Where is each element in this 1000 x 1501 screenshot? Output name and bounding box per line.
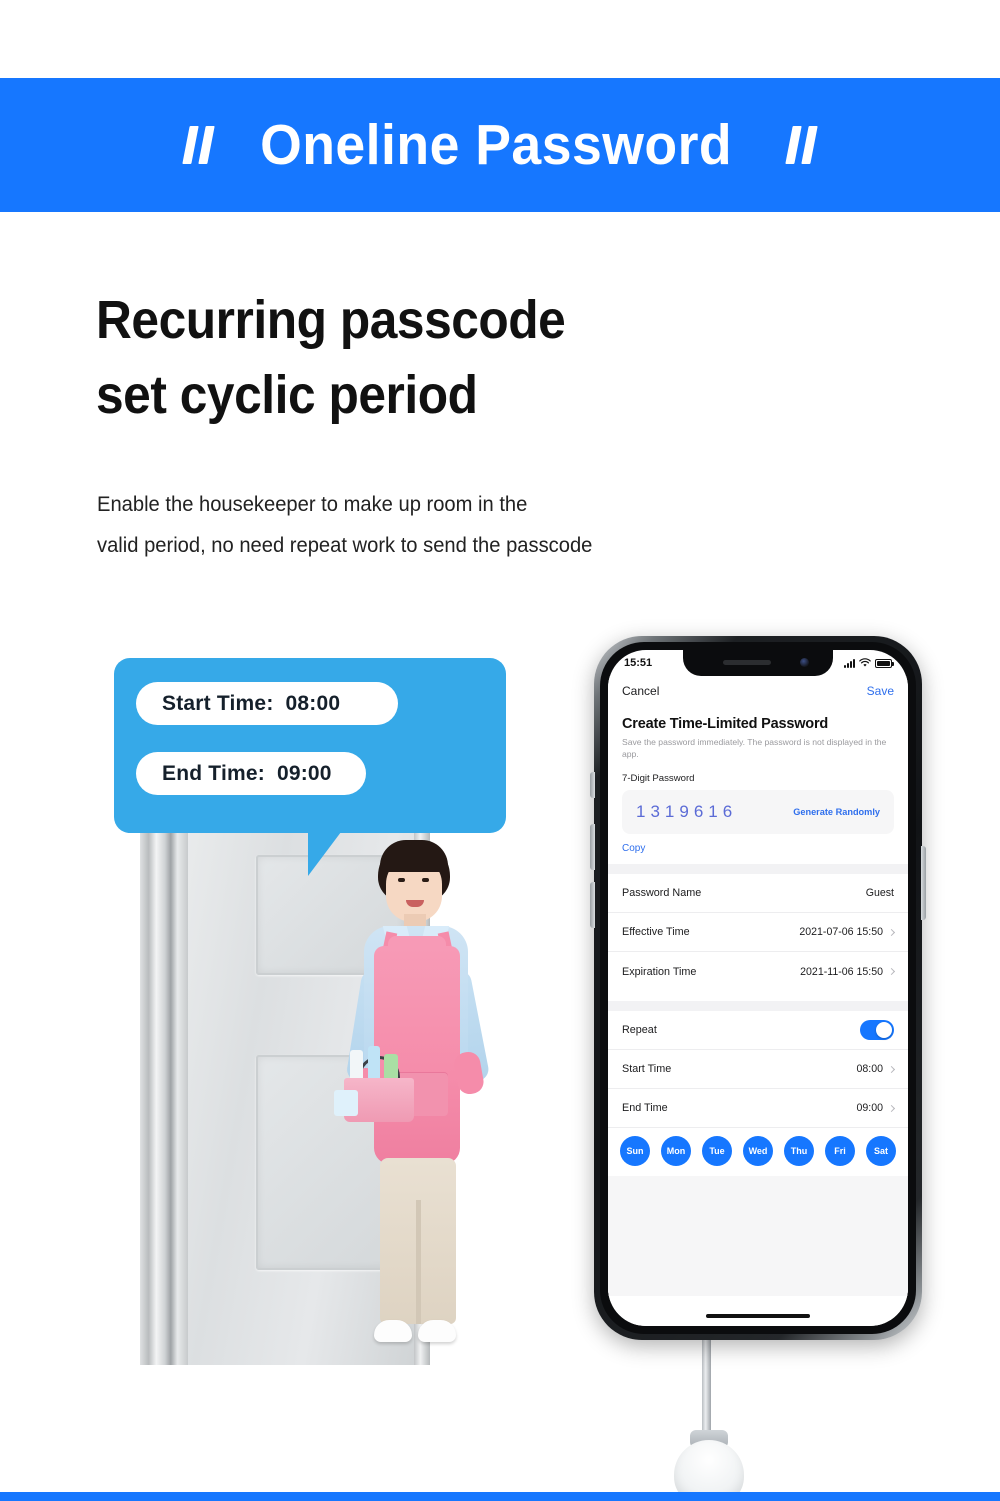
door-frame — [140, 825, 188, 1365]
sponge — [334, 1090, 358, 1116]
cellular-signal-icon — [844, 658, 855, 668]
callout-start-time-value: 08:00 — [285, 691, 341, 715]
row-label: End Time — [622, 1102, 668, 1115]
battery-icon — [875, 658, 894, 668]
row-label: Password Name — [622, 887, 702, 900]
password-input-box[interactable]: 1319616 Generate Randomly — [622, 790, 894, 835]
home-indicator[interactable] — [706, 1314, 810, 1318]
quote-mark-right-icon — [785, 126, 818, 164]
row-value: Guest — [865, 887, 894, 900]
shoe-left — [374, 1320, 412, 1342]
row-value-group: 2021-11-06 15:50 — [800, 965, 896, 978]
volume-up-button[interactable] — [590, 824, 595, 870]
day-toggle-fri[interactable]: Fri — [825, 1136, 855, 1167]
headline-line-2: set cyclic period — [96, 364, 478, 425]
repeat-rows: Repeat Start Time 08:00 End Time 09:00 S… — [608, 1011, 908, 1177]
phone-screen: 15:51 Cancel Save Create Time-Limited Pa… — [608, 650, 908, 1326]
hair-top — [380, 840, 448, 872]
page-subtext: Enable the housekeeper to make up room i… — [97, 485, 592, 567]
subtext-line-1: Enable the housekeeper to make up room i… — [97, 493, 528, 516]
table-row[interactable]: Expiration Time 2021-11-06 15:50 — [608, 952, 908, 991]
phone-mockup: 15:51 Cancel Save Create Time-Limited Pa… — [588, 632, 928, 1344]
copy-button[interactable]: Copy — [608, 834, 908, 854]
password-info-rows: Password Name Guest Effective Time 2021-… — [608, 874, 908, 992]
footer-bar — [0, 1492, 1000, 1501]
table-row[interactable]: Repeat — [608, 1011, 908, 1051]
generate-randomly-button[interactable]: Generate Randomly — [793, 807, 880, 817]
eye-right — [422, 878, 429, 882]
row-value-group: 2021-07-06 15:50 — [799, 926, 896, 939]
save-button[interactable]: Save — [867, 684, 894, 698]
callout-tail — [308, 828, 344, 876]
row-value-group: Guest — [866, 887, 894, 899]
password-value: 1319616 — [636, 802, 738, 822]
day-toggle-sun[interactable]: Sun — [620, 1136, 650, 1167]
table-row[interactable]: Password Name Guest — [608, 874, 908, 914]
callout-end-time-pill: End Time: 09:00 — [136, 752, 366, 795]
status-bar-indicators — [844, 658, 894, 668]
table-row[interactable]: Start Time 08:00 — [608, 1050, 908, 1090]
row-value: 08:00 — [856, 1063, 883, 1076]
day-toggle-sat[interactable]: Sat — [866, 1136, 896, 1167]
chevron-right-icon — [887, 1104, 896, 1112]
section-gap-1 — [608, 864, 908, 875]
day-toggle-thu[interactable]: Thu — [784, 1136, 814, 1167]
row-value: 2021-07-06 15:50 — [799, 926, 883, 939]
password-field-label: 7-Digit Password — [622, 773, 695, 785]
status-bar-time: 15:51 — [624, 657, 653, 669]
chevron-right-icon — [887, 1065, 896, 1073]
day-toggle-wed[interactable]: Wed — [743, 1136, 773, 1167]
chevron-right-icon — [887, 928, 896, 936]
day-toggle-tue[interactable]: Tue — [702, 1136, 732, 1167]
eye-left — [398, 878, 405, 882]
volume-down-button[interactable] — [590, 882, 595, 928]
status-bar-time-group: 15:51 — [624, 657, 655, 669]
page-headline: Recurring passcode set cyclic period — [96, 283, 566, 432]
time-callout-bubble: Start Time: 08:00 End Time: 09:00 — [114, 658, 506, 833]
subtext-line-2: valid period, no need repeat work to sen… — [97, 533, 593, 557]
quote-mark-left-icon — [182, 126, 215, 164]
table-row[interactable]: Effective Time 2021-07-06 15:50 — [608, 913, 908, 953]
silent-switch-button[interactable] — [590, 772, 595, 798]
row-value-group: 09:00 — [856, 1102, 896, 1115]
banner-title: Oneline Password — [259, 113, 733, 177]
callout-end-time-label: End Time: — [162, 761, 265, 785]
sheet-description: Save the password immediately. The passw… — [622, 737, 887, 759]
modal-nav-bar: Cancel Save — [608, 676, 908, 706]
sheet-filler — [608, 1176, 908, 1297]
wifi-icon — [859, 658, 871, 667]
pants-seam — [416, 1200, 421, 1324]
callout-start-time-pill: Start Time: 08:00 — [136, 682, 398, 725]
callout-end-time-value: 09:00 — [276, 761, 332, 785]
day-toggle-mon[interactable]: Mon — [661, 1136, 691, 1167]
row-label: Start Time — [622, 1063, 672, 1076]
phone-notch — [683, 650, 833, 676]
shoe-right — [418, 1320, 456, 1342]
earpiece-speaker-icon — [723, 660, 771, 665]
table-row[interactable]: End Time 09:00 — [608, 1089, 908, 1129]
repeat-toggle[interactable] — [860, 1020, 894, 1041]
promo-page: Oneline Password Recurring passcode set … — [0, 0, 1000, 1501]
row-label: Repeat — [622, 1024, 657, 1037]
row-value-group: 08:00 — [856, 1063, 896, 1076]
banner-inner: Oneline Password — [182, 112, 818, 178]
headline-line-1: Recurring passcode — [96, 290, 566, 350]
section-gap-2 — [608, 1001, 908, 1012]
weekday-selector: Sun Mon Tue Wed Thu Fri Sat — [608, 1128, 908, 1177]
row-value: 2021-11-06 15:50 — [800, 965, 883, 978]
sheet-title: Create Time-Limited Password — [622, 716, 829, 732]
page-banner: Oneline Password — [0, 78, 1000, 212]
front-camera-icon — [800, 658, 809, 667]
callout-start-time-label: Start Time: — [162, 691, 274, 715]
row-label: Effective Time — [622, 926, 690, 939]
chevron-right-icon — [887, 968, 896, 976]
create-password-sheet: Create Time-Limited Password Save the pa… — [608, 706, 908, 1326]
cancel-button[interactable]: Cancel — [622, 684, 659, 698]
row-value: 09:00 — [856, 1102, 883, 1115]
power-button[interactable] — [921, 846, 926, 920]
housekeeper-figure — [330, 840, 744, 1501]
row-label: Expiration Time — [622, 965, 697, 978]
